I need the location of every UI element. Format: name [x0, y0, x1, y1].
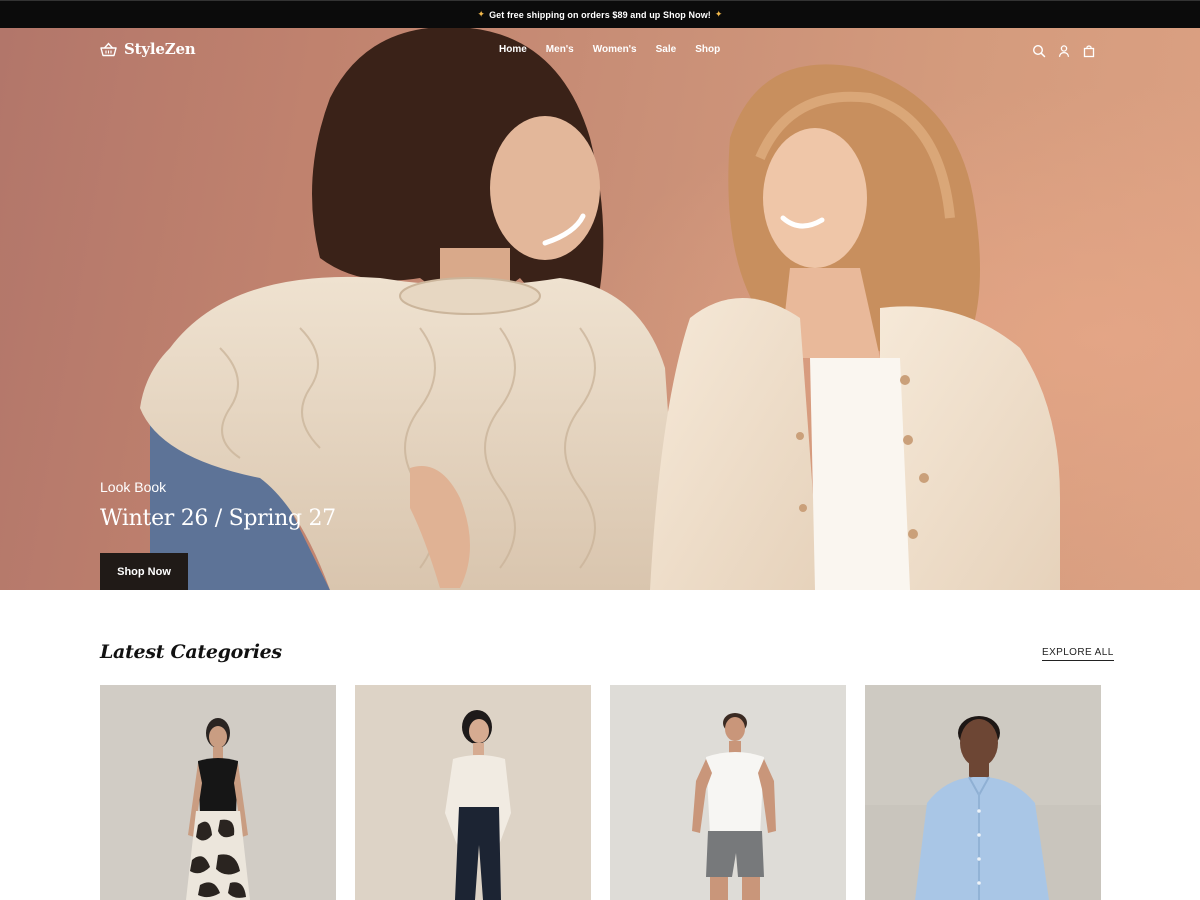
sparkle-icon: ✦ — [477, 9, 486, 19]
bag-icon[interactable] — [1082, 44, 1096, 58]
category-image — [610, 685, 846, 900]
user-icon[interactable] — [1057, 44, 1071, 58]
header-actions — [1032, 44, 1096, 58]
search-icon[interactable] — [1032, 44, 1046, 58]
brand-name: StyleZen — [124, 40, 196, 58]
category-card[interactable] — [100, 685, 336, 900]
category-grid — [100, 685, 1101, 900]
nav-item-mens[interactable]: Men's — [546, 44, 574, 55]
hero-title: Winter 26 / Spring 27 — [100, 506, 336, 531]
site-header: StyleZen Home Men's Women's Sale Shop — [0, 28, 1200, 72]
hero-kicker: Look Book — [100, 479, 167, 495]
shop-now-button[interactable]: Shop Now — [100, 553, 188, 590]
nav-item-shop[interactable]: Shop — [695, 44, 720, 55]
nav-item-womens[interactable]: Women's — [593, 44, 637, 55]
nav-item-sale[interactable]: Sale — [656, 44, 677, 55]
section-title: Latest Categories — [100, 641, 282, 663]
category-image — [100, 685, 336, 900]
explore-all-link[interactable]: EXPLORE ALL — [1042, 647, 1114, 661]
nav-item-home[interactable]: Home — [499, 44, 527, 55]
category-image — [865, 685, 1101, 900]
basket-icon — [100, 41, 117, 56]
category-card[interactable] — [865, 685, 1101, 900]
category-card[interactable] — [355, 685, 591, 900]
main-nav: Home Men's Women's Sale Shop — [499, 44, 739, 55]
brand-logo[interactable]: StyleZen — [100, 40, 196, 58]
category-card[interactable] — [610, 685, 846, 900]
category-image — [355, 685, 591, 900]
announcement-bar[interactable]: ✦ Get free shipping on orders $89 and up… — [0, 0, 1200, 28]
sparkle-icon: ✦ — [714, 9, 723, 19]
announcement-text[interactable]: Get free shipping on orders $89 and up S… — [489, 10, 711, 20]
